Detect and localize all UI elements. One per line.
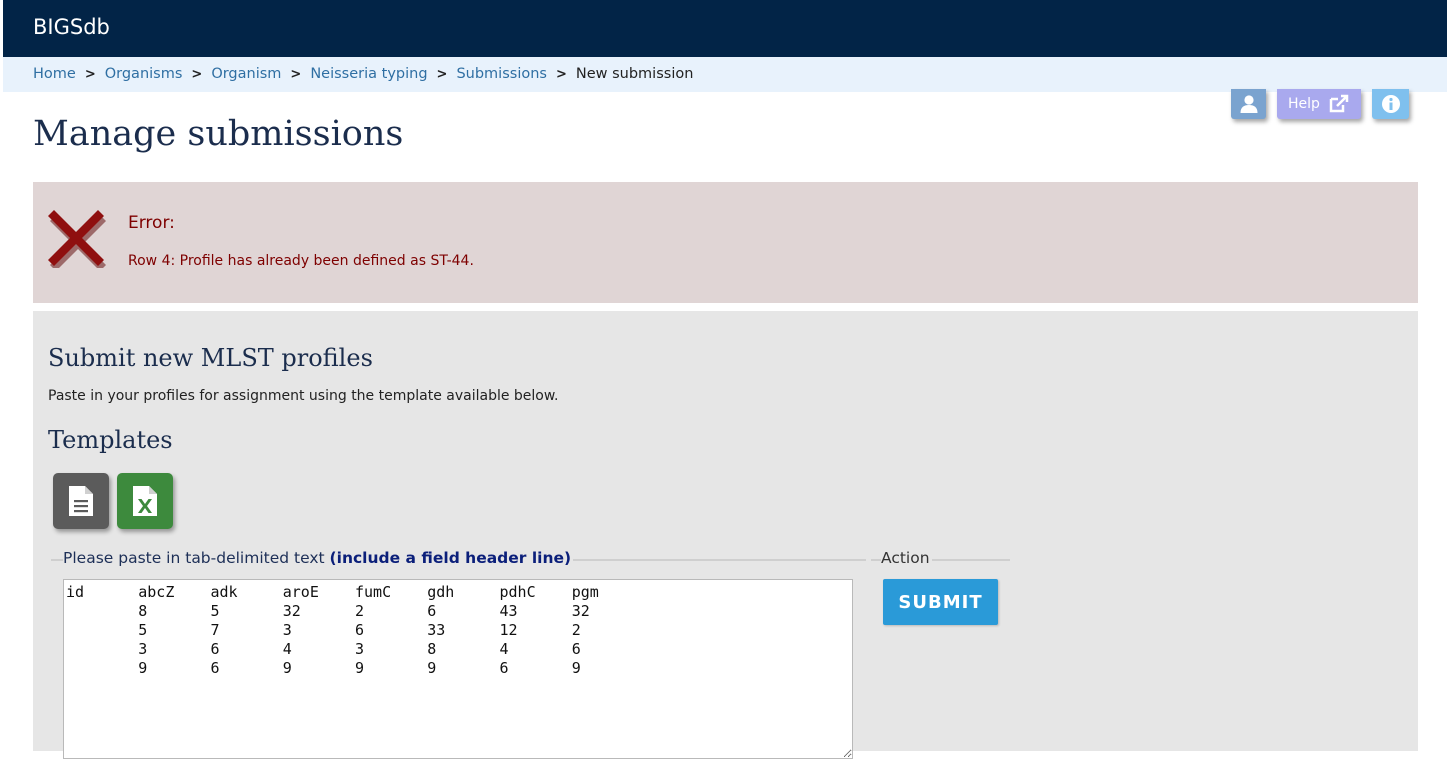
breadcrumb-organism[interactable]: Organism	[211, 66, 281, 82]
submission-panel: Submit new MLST profiles Paste in your p…	[33, 311, 1418, 759]
paste-legend-text: Please paste in tab-delimited text	[63, 549, 330, 567]
page-title: Manage submissions	[33, 114, 404, 154]
help-button[interactable]: Help	[1277, 89, 1361, 119]
app-title[interactable]: BIGSdb	[33, 15, 110, 39]
breadcrumb-separator: >	[436, 67, 448, 82]
error-cross-icon	[48, 210, 106, 268]
breadcrumb-home[interactable]: Home	[33, 66, 76, 82]
breadcrumb-separator: >	[191, 67, 203, 82]
section-intro: Paste in your profiles for assignment us…	[48, 388, 559, 404]
breadcrumb-current: New submission	[575, 66, 694, 82]
breadcrumb: Home > Organisms > Organism > Neisseria typing…	[3, 57, 1447, 92]
action-legend: Action	[881, 549, 932, 567]
text-file-icon	[69, 486, 93, 516]
paste-legend: Please paste in tab-delimited text (incl…	[63, 549, 574, 567]
section-heading: Submit new MLST profiles	[48, 344, 373, 372]
breadcrumb-separator: >	[84, 67, 96, 82]
submit-button[interactable]: SUBMIT	[883, 579, 998, 625]
external-link-icon	[1329, 94, 1349, 113]
error-title: Error:	[128, 213, 175, 233]
breadcrumb-organisms[interactable]: Organisms	[105, 66, 183, 82]
excel-template-button[interactable]	[117, 473, 173, 529]
breadcrumb-separator: >	[555, 67, 567, 82]
excel-file-icon	[133, 486, 157, 516]
info-icon	[1381, 95, 1400, 113]
info-button[interactable]	[1372, 89, 1409, 119]
breadcrumb-submissions[interactable]: Submissions	[456, 66, 547, 82]
paste-legend-note: (include a field header line)	[329, 549, 572, 567]
profiles-paste-textarea[interactable]: id abcZ adk aroE fumC gdh pdhC pgm 8 5 3…	[63, 579, 853, 759]
templates-heading: Templates	[48, 426, 173, 454]
app-header: BIGSdb	[3, 0, 1447, 57]
user-menu-button[interactable]	[1231, 89, 1266, 119]
user-icon	[1240, 95, 1257, 113]
help-label: Help	[1288, 96, 1320, 112]
breadcrumb-neisseria-typing[interactable]: Neisseria typing	[310, 66, 427, 82]
error-message-box: Error: Row 4: Profile has already been d…	[33, 182, 1418, 303]
breadcrumb-separator: >	[290, 67, 302, 82]
error-message: Row 4: Profile has already been defined …	[128, 253, 474, 269]
text-template-button[interactable]	[53, 473, 109, 529]
